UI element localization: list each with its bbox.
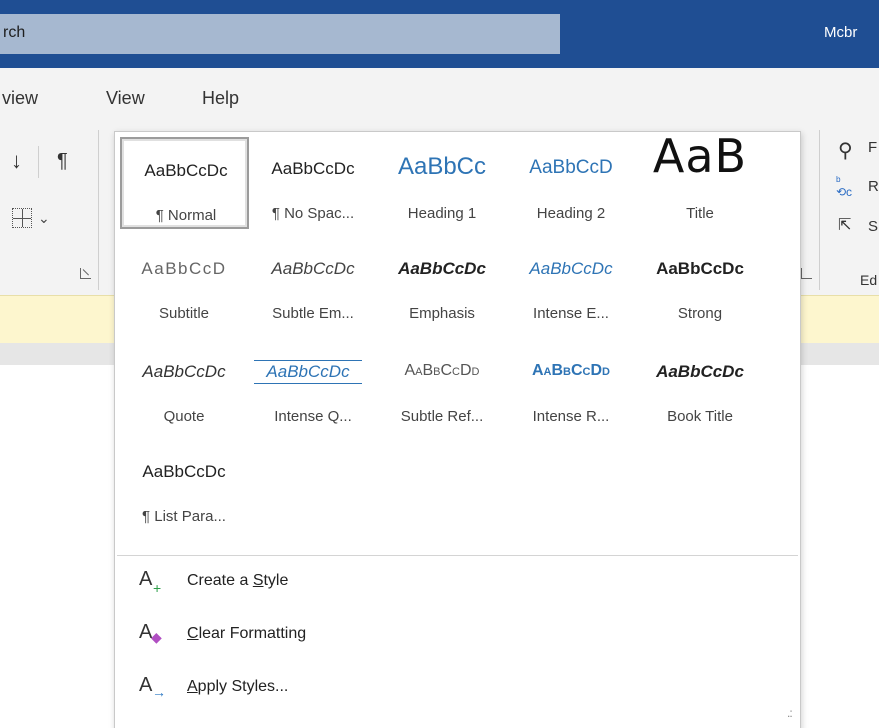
style-preview: AaBbCcD [529,157,613,178]
style-name: Heading 2 [536,205,606,222]
tab-review[interactable]: view [2,88,38,109]
search-box-text: rch [3,24,26,41]
style-heading-1[interactable]: AaBbCc Heading 1 [378,137,507,229]
styles-launcher-icon[interactable] [801,268,812,279]
create-style-icon: A + [139,568,162,596]
style-preview: AaBbCcDd [404,362,480,379]
ribbon-tabs: view View Help [0,68,879,120]
style-name: Book Title [667,408,733,425]
title-bar: rch Mcbr [0,0,879,68]
style-name: Strong [677,305,723,322]
select-button[interactable]: S [868,218,878,235]
resize-grip-icon[interactable]: .: [787,706,793,720]
style-preview: AaBbCcDc [142,362,226,381]
style-preview: AaBbCcDc [142,462,226,481]
style-subtitle[interactable]: AaBbCcD Subtitle [120,237,249,329]
select-cursor-icon[interactable]: ⇱ [838,215,851,235]
style-preview: AaBbCcDd [532,362,610,379]
style-preview: AaBbCcDc [271,259,355,278]
style-emphasis[interactable]: AaBbCcDc Emphasis [378,237,507,329]
editing-group-label: Ed [860,272,878,288]
style-list-paragraph[interactable]: AaBbCcDc ¶ List Para... [120,440,249,532]
clear-formatting-icon: A ◆ [139,621,162,645]
style-name: Subtitle [158,305,210,322]
style-subtle-emphasis[interactable]: AaBbCcDc Subtle Em... [249,237,378,329]
style-name: Title [686,205,714,222]
styles-gallery: AaBbCcDc ¶ Normal AaBbCcDc ¶ No Spac... … [114,129,801,728]
style-preview: AaBbCcDc [656,362,744,381]
replace-button[interactable]: R [868,178,879,195]
paragraph-launcher-icon[interactable] [80,268,91,279]
ribbon-group-divider [98,130,99,290]
style-name: ¶ List Para... [142,508,226,525]
menu-item-label: Create a Style [187,572,289,589]
style-quote[interactable]: AaBbCcDc Quote [120,340,249,432]
replace-icon[interactable]: ᵇ ⟲c [836,175,852,198]
sort-icon[interactable]: ↓ [11,148,22,174]
style-strong[interactable]: AaBbCcDc Strong [636,237,765,329]
style-name: Emphasis [409,305,475,322]
style-subtle-reference[interactable]: AaBbCcDd Subtle Ref... [378,340,507,432]
style-preview: AaBbCcD [141,259,227,278]
style-name: Intense R... [532,408,610,425]
account-name[interactable]: Mcbr [824,24,857,41]
clear-formatting-button[interactable]: A ◆ Clear Formatting [115,610,800,660]
search-icon[interactable]: ⚲ [838,138,853,163]
ribbon-group-divider [819,130,820,290]
chevron-down-icon[interactable]: ⌄ [38,210,50,227]
style-intense-quote[interactable]: AaBbCcDc Intense Q... [249,340,378,432]
style-name: ¶ No Spac... [271,205,355,222]
style-name: Subtle Ref... [400,408,484,425]
style-preview: AaBbCcDc [144,161,228,180]
menu-divider [117,555,798,556]
style-intense-reference[interactable]: AaBbCcDd Intense R... [507,340,636,432]
show-formatting-icon[interactable]: ¶ [57,150,68,173]
style-book-title[interactable]: AaBbCcDc Book Title [636,340,765,432]
create-style-button[interactable]: A + Create a Style [115,557,800,607]
menu-item-label: Apply Styles... [187,678,289,695]
tab-view[interactable]: View [106,88,145,109]
style-preview: AaBbCcDc [529,259,613,278]
apply-styles-icon: A → [139,674,166,700]
search-box[interactable]: rch [0,14,560,54]
style-preview: AaBbCc [397,153,487,180]
style-preview: AaB [652,129,748,183]
style-preview: AaBbCcDc [254,360,362,384]
style-name: Intense Q... [274,408,352,425]
style-name: Subtle Em... [272,305,354,322]
apply-styles-button[interactable]: A → Apply Styles... [115,663,800,713]
style-no-spacing[interactable]: AaBbCcDc ¶ No Spac... [249,137,378,229]
borders-icon[interactable] [12,208,32,228]
style-heading-2[interactable]: AaBbCcD Heading 2 [507,137,636,229]
style-normal[interactable]: AaBbCcDc ¶ Normal [120,137,249,229]
style-preview: AaBbCcDc [656,259,744,278]
style-name: Quote [163,408,205,425]
style-name: ¶ Normal [155,207,217,224]
menu-item-label: Clear Formatting [187,625,307,642]
find-button[interactable]: F [868,139,877,156]
style-preview: AaBbCcDc [398,259,486,278]
style-name: Heading 1 [407,205,477,222]
style-preview: AaBbCcDc [271,159,355,178]
tab-help[interactable]: Help [202,88,239,109]
ribbon-divider [38,146,39,178]
style-intense-emphasis[interactable]: AaBbCcDc Intense E... [507,237,636,329]
style-name: Intense E... [533,305,609,322]
style-title[interactable]: AaB Title [636,129,765,229]
